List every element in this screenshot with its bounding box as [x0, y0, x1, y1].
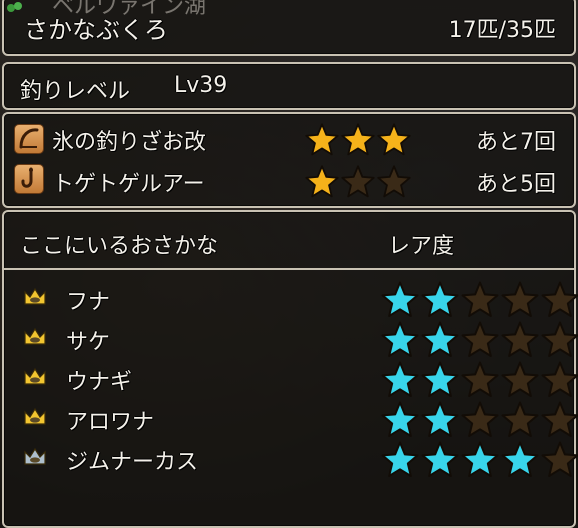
star-empty-icon — [501, 321, 539, 357]
header-panel: ベルワァイン湖 さかなぶくろ 17匹/35匹 — [2, 0, 576, 56]
star-filled-icon — [421, 401, 459, 437]
fish-name: ジムナーカス — [66, 450, 199, 475]
star-empty-icon — [541, 361, 578, 397]
equipment-star-rating — [304, 122, 412, 158]
page-title: さかなぶくろ — [24, 16, 168, 44]
star-filled-icon — [421, 321, 459, 357]
star-empty-icon — [541, 321, 578, 357]
rarity-header: レア度 — [388, 234, 455, 259]
star-empty-icon — [541, 281, 578, 317]
gold-crown-icon — [24, 407, 46, 425]
remaining-uses: あと5回 — [476, 172, 556, 197]
rarity-stars — [380, 320, 578, 360]
star-filled-icon — [381, 321, 419, 357]
star-filled-icon — [501, 441, 539, 477]
star-empty-icon — [377, 165, 411, 198]
fish-name: ウナギ — [66, 370, 133, 395]
equipment-name: トゲトゲルアー — [52, 172, 205, 197]
star-filled-icon — [381, 401, 419, 437]
fish-count: 17匹/35匹 — [448, 18, 556, 43]
fish-list-header: ここにいるおさかな — [20, 234, 219, 259]
remaining-uses: あと7回 — [476, 130, 556, 155]
rarity-stars — [380, 400, 578, 440]
star-empty-icon — [461, 321, 499, 357]
star-empty-icon — [461, 401, 499, 437]
star-filled-icon — [381, 281, 419, 317]
star-empty-icon — [501, 401, 539, 437]
fishing-level-label: 釣りレベル — [20, 79, 131, 104]
fish-list-panel: ここにいるおさかな レア度 フナサケウナギアロワナジムナーカス — [2, 210, 578, 528]
fishing-level-panel: 釣りレベル Lv39 — [2, 62, 576, 110]
star-filled-icon — [377, 123, 411, 156]
star-empty-icon — [501, 361, 539, 397]
star-empty-icon — [501, 281, 539, 317]
star-filled-icon — [381, 361, 419, 397]
fishing-rod-icon — [14, 124, 44, 154]
rarity-stars — [380, 440, 578, 480]
gold-crown-icon — [24, 367, 46, 385]
list-divider — [2, 268, 576, 270]
star-empty-icon — [461, 361, 499, 397]
star-filled-icon — [341, 123, 375, 156]
star-empty-icon — [461, 281, 499, 317]
star-empty-icon — [541, 441, 578, 477]
fish-name: フナ — [66, 290, 111, 315]
star-filled-icon — [381, 441, 419, 477]
rarity-stars — [380, 280, 578, 320]
star-filled-icon — [305, 165, 339, 198]
gold-crown-icon — [24, 287, 46, 305]
silver-crown-icon — [24, 447, 46, 465]
clover-icon — [6, 0, 24, 14]
star-empty-icon — [541, 401, 578, 437]
equipment-name: 氷の釣りざお改 — [52, 130, 207, 155]
gold-crown-icon — [24, 327, 46, 345]
star-filled-icon — [421, 441, 459, 477]
fish-name: アロワナ — [66, 410, 155, 435]
fishing-level-value: Lv39 — [174, 73, 228, 98]
equipment-star-rating — [304, 164, 412, 200]
star-filled-icon — [461, 441, 499, 477]
lure-hook-icon — [14, 164, 44, 194]
star-filled-icon — [421, 281, 459, 317]
star-filled-icon — [305, 123, 339, 156]
fish-name: サケ — [66, 330, 111, 355]
rarity-stars — [380, 360, 578, 400]
equipment-panel: 氷の釣りざお改 あと7回 トゲトゲルアー あと5回 — [2, 112, 576, 208]
star-filled-icon — [421, 361, 459, 397]
star-empty-icon — [341, 165, 375, 198]
